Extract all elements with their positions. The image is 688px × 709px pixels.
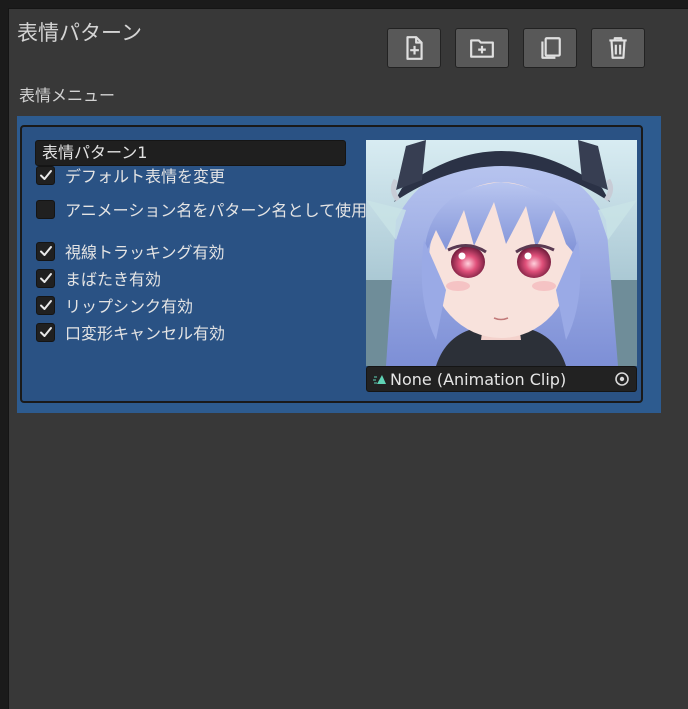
- animation-clip-icon: [373, 375, 386, 384]
- object-picker-icon[interactable]: [614, 371, 630, 387]
- checkbox-checked[interactable]: [36, 165, 55, 185]
- new-file-icon: [406, 36, 423, 60]
- option-row[interactable]: 視線トラッキング有効: [36, 240, 225, 262]
- window-title: 表情パターン: [17, 21, 142, 45]
- option-label: まばたき有効: [65, 270, 162, 289]
- check-icon: [39, 273, 52, 283]
- duplicate-button[interactable]: [523, 28, 577, 68]
- checkbox-unchecked[interactable]: [36, 199, 55, 219]
- new-pattern-button[interactable]: [387, 28, 441, 68]
- option-row[interactable]: デフォルト表情を変更: [36, 164, 225, 186]
- option-label: アニメーション名をパターン名として使用: [65, 201, 368, 220]
- option-label: デフォルト表情を変更: [65, 167, 226, 186]
- option-label: 視線トラッキング有効: [65, 243, 225, 262]
- option-row[interactable]: 口変形キャンセル有効: [36, 321, 225, 343]
- section-label: 表情メニュー: [19, 86, 116, 105]
- duplicate-icon: [541, 37, 561, 59]
- avatar-preview-image: [366, 140, 637, 366]
- option-row[interactable]: リップシンク有効: [36, 294, 193, 316]
- animation-clip-value: None (Animation Clip): [390, 369, 567, 389]
- checkbox-checked[interactable]: [36, 268, 55, 288]
- pattern-card[interactable]: 表情パターン1 デフォルト表情を変更 アニメーション名をパターン名として使用 視線ト…: [20, 125, 643, 403]
- new-folder-button[interactable]: [455, 28, 509, 68]
- expression-preview: None (Animation Clip): [366, 140, 637, 394]
- check-icon: [39, 170, 52, 180]
- checkbox-checked[interactable]: [36, 241, 55, 261]
- animation-clip-field[interactable]: None (Animation Clip): [366, 366, 637, 392]
- option-label: 口変形キャンセル有効: [65, 324, 226, 343]
- expression-menu-list[interactable]: 表情パターン1 デフォルト表情を変更 アニメーション名をパターン名として使用 視線ト…: [17, 116, 661, 413]
- delete-button[interactable]: [591, 28, 645, 68]
- checkbox-checked[interactable]: [36, 322, 55, 342]
- option-row[interactable]: まばたき有効: [36, 267, 161, 289]
- expression-pattern-window: 表情パターン 表情メニュー 表情パターン1 デフォルト表情を変更 アニメーション…: [8, 8, 688, 709]
- delete-icon: [609, 37, 627, 59]
- checkbox-checked[interactable]: [36, 295, 55, 315]
- option-row[interactable]: アニメーション名をパターン名として使用: [36, 198, 367, 220]
- check-icon: [39, 246, 52, 256]
- check-icon: [39, 327, 52, 337]
- check-icon: [39, 300, 52, 310]
- new-folder-icon: [470, 39, 494, 58]
- option-label: リップシンク有効: [65, 297, 194, 316]
